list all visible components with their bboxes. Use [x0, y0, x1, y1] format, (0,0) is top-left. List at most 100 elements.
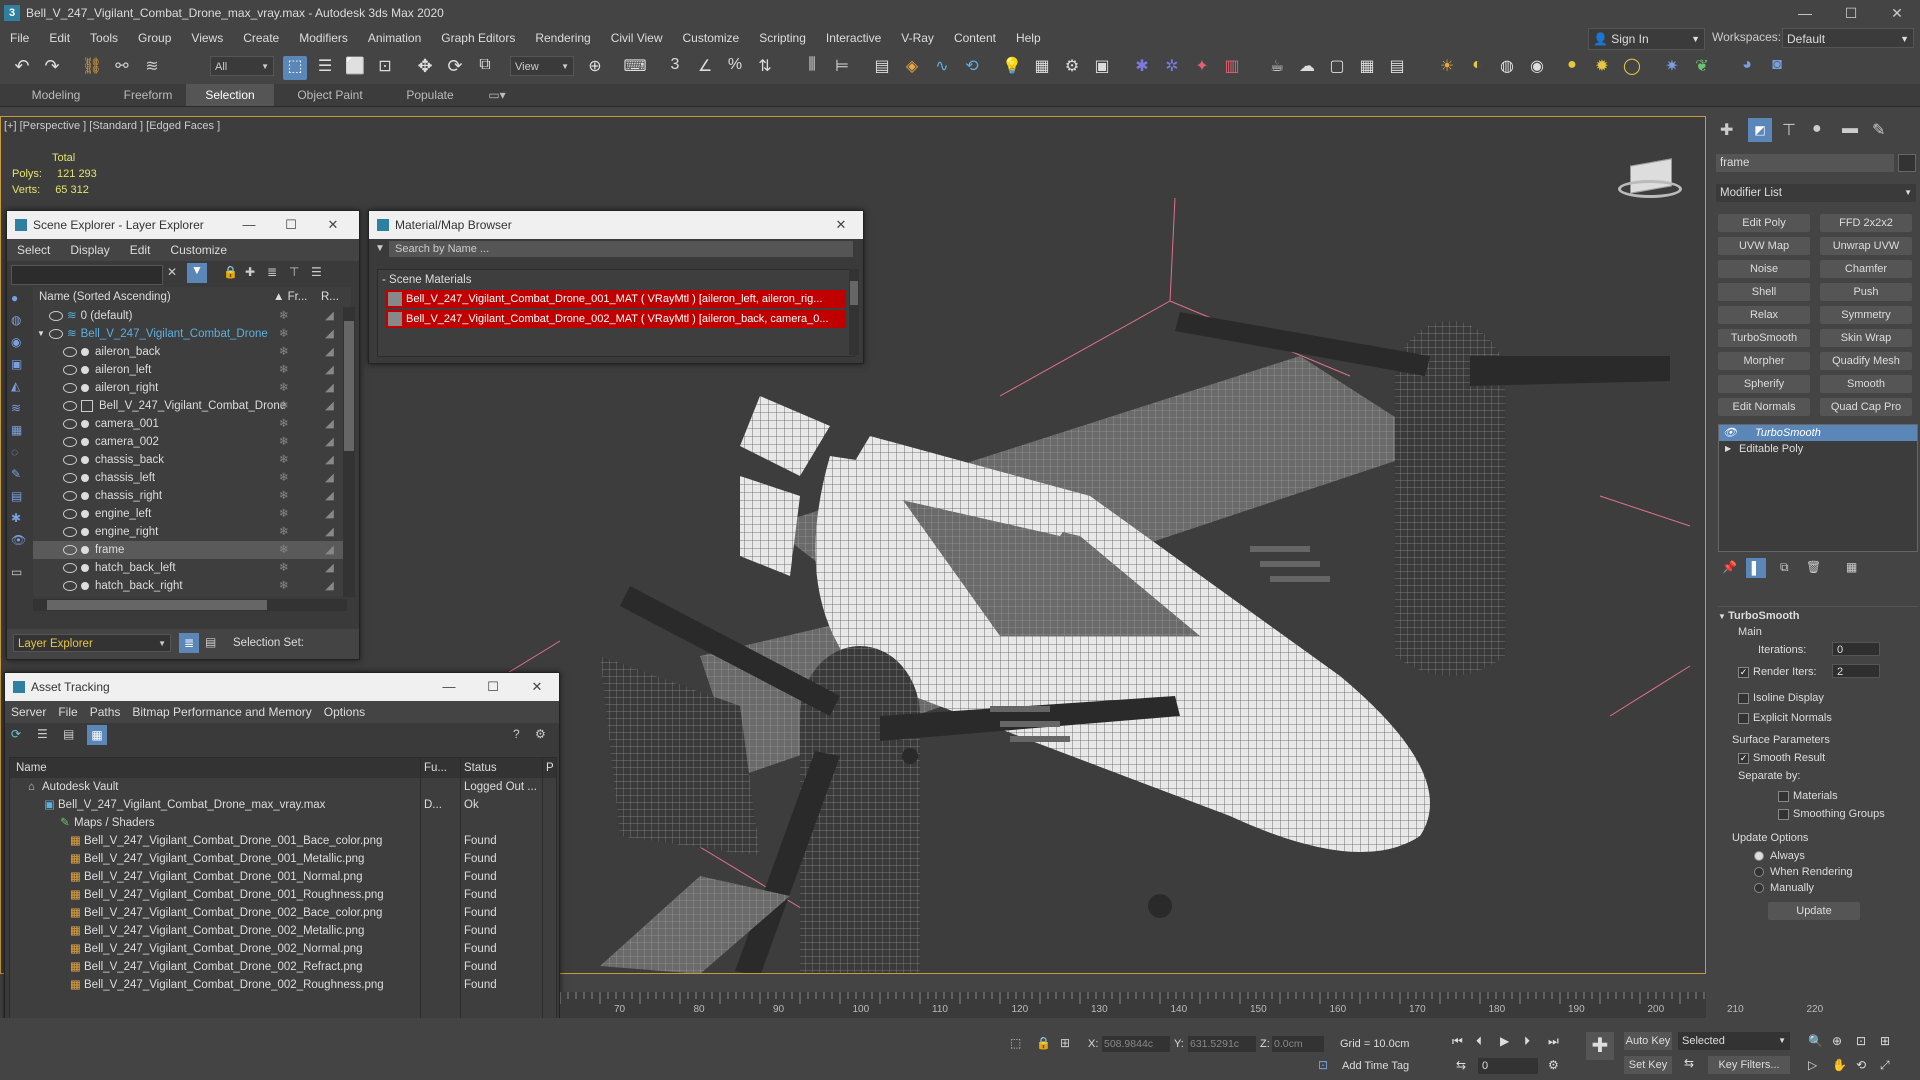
visibility-eye-icon[interactable]	[63, 454, 77, 465]
zoom-extents-all-icon[interactable]: ⊞	[1880, 1034, 1890, 1048]
sign-in-dropdown[interactable]: 👤 Sign In ▼	[1588, 28, 1705, 50]
angle-snap-icon[interactable]: ∠	[693, 56, 717, 80]
toggle-layer-icon[interactable]: ▤	[870, 56, 894, 80]
star-icon[interactable]: ✹	[1590, 56, 1614, 80]
visibility-eye-icon[interactable]	[63, 418, 77, 429]
menu-file[interactable]: File	[0, 26, 39, 50]
sun-icon[interactable]: ☀	[1435, 56, 1459, 80]
play-icon[interactable]: ▶	[1500, 1034, 1509, 1048]
reference-coordinate-dropdown[interactable]: View ▼	[510, 56, 574, 76]
display-shapes-icon[interactable]: ◍	[11, 313, 21, 327]
scene-tree-row[interactable]: Bell_V_247_Vigilant_Combat_Drone ❄ ◢	[33, 397, 351, 415]
scene-tree-row[interactable]: ▼ ≋ Bell_V_247_Vigilant_Combat_Drone ❄ ◢	[33, 325, 351, 343]
keyboard-shortcut-icon[interactable]: ⌨	[623, 56, 647, 80]
modifier-button-shell[interactable]: Shell	[1718, 283, 1810, 301]
globe-icon[interactable]: ✷	[1660, 56, 1684, 80]
modifier-button-unwrap-uvw[interactable]: Unwrap UVW	[1820, 237, 1912, 255]
asset-row[interactable]: ▣ Bell_V_247_Vigilant_Combat_Drone_max_vr…	[10, 796, 556, 814]
freeze-icon[interactable]: ❄	[279, 559, 289, 577]
modifier-button-push[interactable]: Push	[1820, 283, 1912, 301]
freeze-icon[interactable]: ❄	[279, 361, 289, 379]
isoline-display-checkbox[interactable]: Isoline Display	[1738, 692, 1824, 704]
z-coordinate-field[interactable]: 0.0cm	[1272, 1036, 1324, 1052]
search-options-icon[interactable]: ▼	[375, 243, 385, 254]
freeze-icon[interactable]: ❄	[279, 505, 289, 523]
settings-icon[interactable]: ⚙	[535, 727, 546, 741]
modifier-button-ffd-2x2x2[interactable]: FFD 2x2x2	[1820, 214, 1912, 232]
render-icon[interactable]: ◢	[325, 307, 334, 325]
freeze-icon[interactable]: ❄	[279, 415, 289, 433]
display-bones-icon[interactable]: ✎	[11, 467, 21, 481]
visibility-eye-icon[interactable]	[63, 472, 77, 483]
col-status-header[interactable]: Status	[464, 758, 497, 778]
key-set-dropdown[interactable]: Selected ▼	[1678, 1032, 1790, 1050]
key-filter-icon[interactable]: ⇆	[1684, 1056, 1694, 1070]
asset-row[interactable]: ▦ Bell_V_247_Vigilant_Combat_Drone_001_No…	[10, 868, 556, 886]
chevron-right-icon[interactable]: ▶	[1725, 441, 1731, 457]
col-full-path-header[interactable]: Fu...	[424, 758, 447, 778]
freeze-icon[interactable]: ❄	[279, 307, 289, 325]
material-item[interactable]: Bell_V_247_Vigilant_Combat_Drone_002_MAT…	[386, 310, 846, 328]
menu-animation[interactable]: Animation	[358, 26, 431, 50]
help-icon[interactable]: ?	[513, 727, 520, 741]
vray-icon[interactable]: ✱	[1130, 56, 1154, 80]
render-icon[interactable]: ◢	[325, 361, 334, 379]
y-coordinate-field[interactable]: 631.5291c	[1188, 1036, 1256, 1052]
zoom-all-icon[interactable]: ⊕	[1832, 1034, 1842, 1048]
menu-create[interactable]: Create	[233, 26, 289, 50]
display-xrefs-icon[interactable]: ◌	[11, 445, 18, 459]
selection-lock-icon[interactable]: ⬚	[1010, 1036, 1021, 1050]
current-frame-field[interactable]: 0	[1478, 1058, 1538, 1074]
minimize-button[interactable]: —	[229, 211, 269, 239]
key-mode-icon[interactable]: ⇆	[1456, 1058, 1466, 1072]
menu-content[interactable]: Content	[944, 26, 1006, 50]
minimize-button[interactable]: —	[1782, 0, 1828, 26]
menu-select[interactable]: Select	[7, 239, 60, 261]
modifier-button-quadify-mesh[interactable]: Quadify Mesh	[1820, 352, 1912, 370]
display-spacewarps-icon[interactable]: ≋	[11, 401, 21, 415]
display-all-icon[interactable]: ▭	[11, 565, 22, 579]
close-button[interactable]: ✕	[517, 673, 557, 701]
time-configuration-icon[interactable]: ⚙	[1548, 1058, 1559, 1072]
smoothing-groups-checkbox[interactable]: Smoothing Groups	[1778, 808, 1885, 820]
vray-proxy-icon[interactable]: ✦	[1190, 56, 1214, 80]
hierarchy-icon[interactable]: ⊤	[289, 265, 299, 279]
visibility-eye-icon[interactable]	[63, 526, 77, 537]
x-coordinate-field[interactable]: 508.9844c	[1102, 1036, 1170, 1052]
zoom-icon[interactable]: 🔍	[1808, 1034, 1823, 1048]
modifier-button-noise[interactable]: Noise	[1718, 260, 1810, 278]
visibility-eye-icon[interactable]	[63, 544, 77, 555]
sphere-icon[interactable]: ◯	[1620, 56, 1644, 80]
scene-tree-row[interactable]: hatch_center_left❄◢	[33, 595, 351, 597]
viewport-label[interactable]: [+] [Perspective ] [Standard ] [Edged Fa…	[4, 120, 220, 132]
bind-space-warp-icon[interactable]: ≋	[140, 56, 164, 80]
menu-modifiers[interactable]: Modifiers	[289, 26, 358, 50]
motion-tab-icon[interactable]: ●	[1812, 120, 1822, 138]
scene-tree-row[interactable]: engine_right ❄ ◢	[33, 523, 351, 541]
layer-toggle-icon[interactable]: ≣	[179, 633, 199, 653]
asset-row[interactable]: ✎ Maps / Shaders	[10, 814, 556, 832]
rotate-icon[interactable]: ⟳	[443, 56, 467, 80]
asset-row[interactable]: ▦ Bell_V_247_Vigilant_Combat_Drone_002_Re…	[10, 958, 556, 976]
utilities-tab-icon[interactable]: ✎	[1872, 120, 1885, 140]
render-iters-checkbox[interactable]: ✓ Render Iters:	[1738, 666, 1817, 678]
key-filters-button[interactable]: Key Filters...	[1708, 1056, 1790, 1074]
scene-tree-row[interactable]: aileron_left ❄ ◢	[33, 361, 351, 379]
freeze-icon[interactable]: ❄	[279, 541, 289, 559]
menu-edit[interactable]: Edit	[39, 26, 80, 50]
visibility-eye-icon[interactable]	[63, 562, 77, 573]
col-name-header[interactable]: Name	[16, 758, 47, 778]
menu-paths[interactable]: Paths	[84, 701, 127, 723]
window-crossing-icon[interactable]: ⊡	[373, 56, 397, 80]
menu-tools[interactable]: Tools	[80, 26, 128, 50]
render-icon[interactable]: ◢	[325, 487, 334, 505]
asset-row[interactable]: ▦ Bell_V_247_Vigilant_Combat_Drone_002_No…	[10, 940, 556, 958]
render-production-icon[interactable]: ◙	[1765, 56, 1789, 80]
modifier-button-edit-normals[interactable]: Edit Normals	[1718, 398, 1810, 416]
plant-icon[interactable]: ❦	[1690, 56, 1714, 80]
modifier-button-relax[interactable]: Relax	[1718, 306, 1810, 324]
iterations-spinner[interactable]: 0	[1832, 642, 1880, 656]
orbit-icon[interactable]: ⟲	[1856, 1058, 1866, 1072]
maximize-button[interactable]: ☐	[271, 211, 311, 239]
show-end-result-icon[interactable]: ▌	[1746, 558, 1766, 578]
